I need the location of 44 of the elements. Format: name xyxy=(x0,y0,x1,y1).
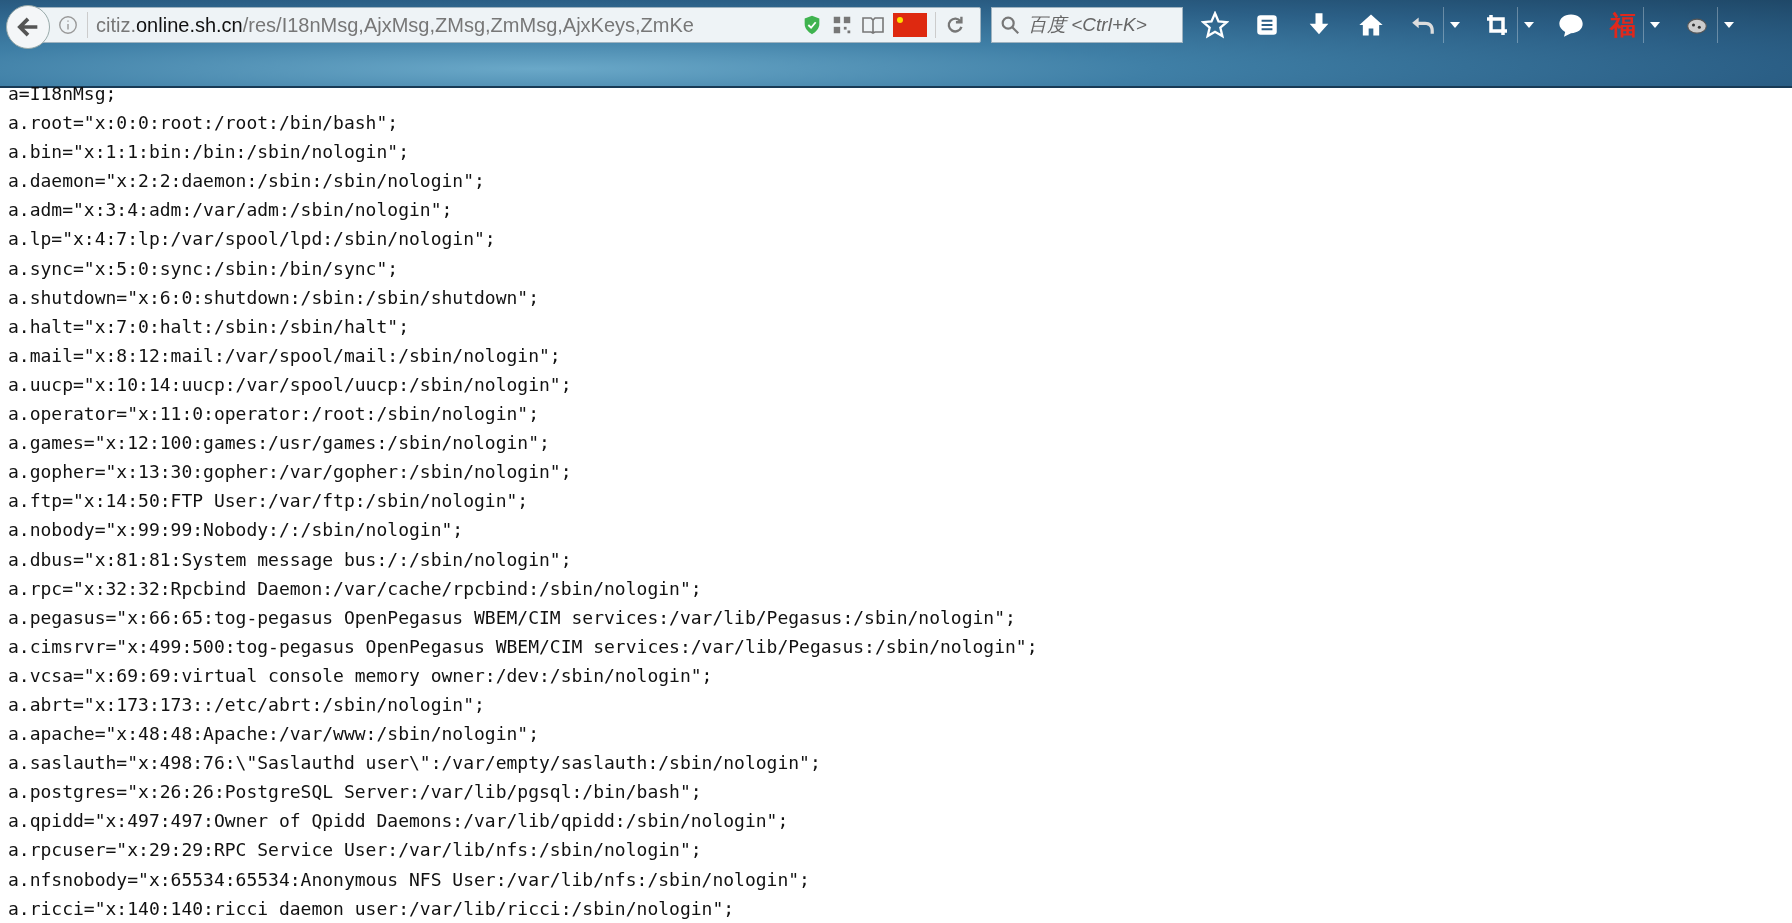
code-line: a.nobody="x:99:99:Nobody:/:/sbin/nologin"; xyxy=(8,518,465,543)
search-field[interactable]: 百度 <Ctrl+K> xyxy=(991,7,1183,43)
star-icon xyxy=(1201,11,1229,39)
info-icon xyxy=(57,14,79,36)
code-line: a.adm="x:3:4:adm:/var/adm:/sbin/nologin"; xyxy=(8,198,454,223)
code-line: a.operator="x:11:0:operator:/root:/sbin/nologin"; xyxy=(8,402,540,427)
caret-icon xyxy=(1723,22,1734,28)
code-line: a.rpc="x:32:32:Rpcbind Daemon:/var/cache/rpcbind:/sbin/nologin"; xyxy=(8,576,703,601)
code-line: a.abrt="x:173:173::/etc/abrt:/sbin/nologin"; xyxy=(8,692,486,717)
code-line: a.daemon="x:2:2:daemon:/sbin:/sbin/nologin"; xyxy=(8,169,486,194)
code-line: a.cimsrvr="x:499:500:tog-pegasus OpenPegasus WBEM/CIM services:/var/lib/Pegasus:/sbin/nologin"; xyxy=(8,634,1039,659)
flag-icon xyxy=(893,13,927,37)
code-line: a.pegasus="x:66:65:tog-pegasus OpenPegasus WBEM/CIM services:/var/lib/Pegasus:/sbin/nologin"; xyxy=(8,605,1017,630)
code-line: a.saslauth="x:498:76:\"Saslauthd user\":/var/empty/saslauth:/sbin/nologin"; xyxy=(8,751,822,776)
caret-icon xyxy=(1449,22,1460,28)
code-line: a.rpcuser="x:29:29:RPC Service User:/var/lib/nfs:/sbin/nologin"; xyxy=(8,838,703,863)
caret-icon xyxy=(1523,22,1534,28)
code-line: a.nfsnobody="x:65534:65534:Anonymous NFS User:/var/lib/nfs:/sbin/nologin"; xyxy=(8,867,811,892)
code-line: a.postgres="x:26:26:PostgreSQL Server:/var/lib/pgsql:/bin/bash"; xyxy=(8,780,703,805)
code-line: a.gopher="x:13:30:gopher:/var/gopher:/sbin/nologin"; xyxy=(8,460,573,485)
code-line: a.bin="x:1:1:bin:/bin:/sbin/nologin"; xyxy=(8,140,410,165)
code-line: a.uucp="x:10:14:uucp:/var/spool/uucp:/sbin/nologin"; xyxy=(8,372,573,397)
code-line: a=I18nMsg; xyxy=(8,82,118,106)
back-button[interactable] xyxy=(6,5,50,49)
code-line: a.ricci="x:140:140:ricci daemon user:/var/lib/ricci:/sbin/nologin"; xyxy=(8,896,736,921)
list-icon xyxy=(1254,12,1280,38)
url-text: citiz.online.sh.cn/res/I18nMsg,AjxMsg,ZMsg,ZmMsg,AjxKeys,ZmKe xyxy=(96,13,695,37)
code-line: a.vcsa="x:69:69:virtual console memory owner:/dev:/sbin/nologin"; xyxy=(8,663,714,688)
qr-code-icon xyxy=(831,14,853,36)
code-line: a.dbus="x:81:81:System message bus:/:/sbin/nologin"; xyxy=(8,547,573,572)
code-line: a.shutdown="x:6:0:shutdown:/sbin:/sbin/shutdown"; xyxy=(8,285,540,310)
code-line: a.qpidd="x:497:497:Owner of Qpidd Daemons:/var/lib/qpidd:/sbin/nologin"; xyxy=(8,809,790,834)
caret-icon xyxy=(1649,22,1660,28)
code-line: a.halt="x:7:0:halt:/sbin:/sbin/halt"; xyxy=(8,314,410,339)
code-line: a.mail="x:8:12:mail:/var/spool/mail:/sbin/nologin"; xyxy=(8,343,562,368)
address-bar[interactable]: citiz.online.sh.cn/res/I18nMsg,AjxMsg,ZMsg,ZmMsg,AjxKeys,ZmKe xyxy=(36,7,981,43)
code-line: a.games="x:12:100:games:/usr/games:/sbin/nologin"; xyxy=(8,431,551,456)
code-line: a.lp="x:4:7:lp:/var/spool/lpd:/sbin/nologin"; xyxy=(8,227,497,252)
code-line: a.sync="x:5:0:sync:/sbin:/bin/sync"; xyxy=(8,256,400,281)
search-icon xyxy=(999,14,1021,36)
crop-icon xyxy=(1485,13,1509,37)
code-line: a.root="x:0:0:root:/root:/bin/bash"; xyxy=(8,111,400,136)
code-line: a.ftp="x:14:50:FTP User:/var/ftp:/sbin/nologin"; xyxy=(8,489,530,514)
code-line: a.apache="x:48:48:Apache:/var/www:/sbin/nologin"; xyxy=(8,722,540,747)
